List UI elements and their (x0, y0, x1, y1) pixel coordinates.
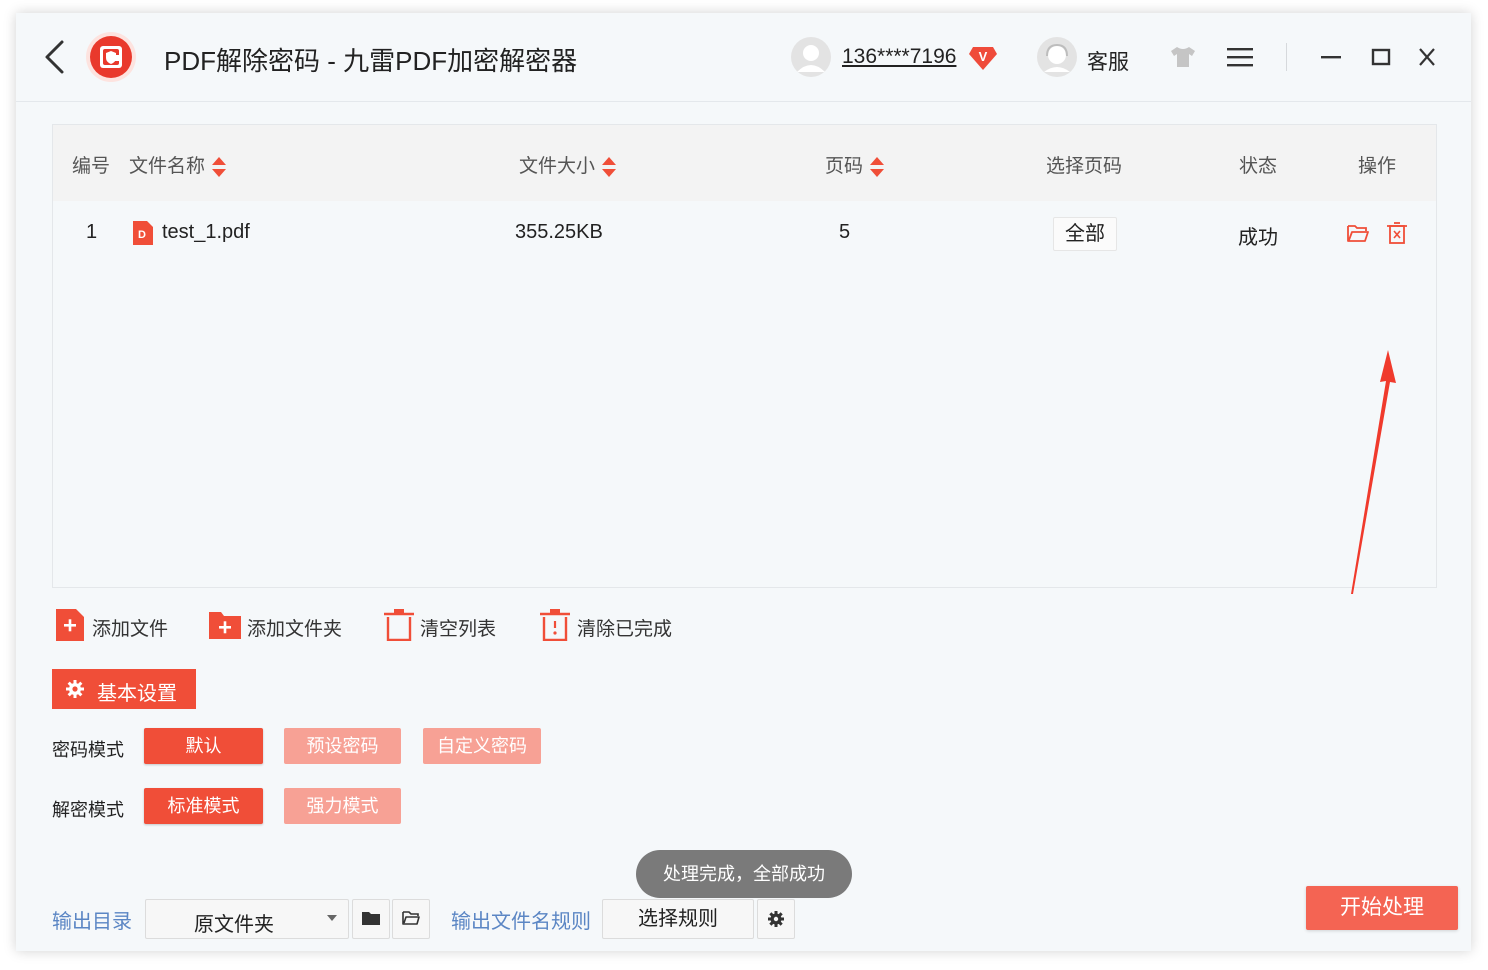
output-dir-select[interactable]: 原文件夹 (145, 899, 349, 939)
file-table: 编号 文件名称 文件大小 页码 选择页码 状态 操作 1 D test_1.pd… (52, 124, 1437, 588)
row-pages: 5 (839, 221, 850, 244)
add-file-icon (56, 609, 84, 641)
add-folder-button[interactable]: 添加文件夹 (209, 609, 349, 643)
annotation-arrow-icon (1343, 350, 1403, 600)
sort-icon[interactable] (601, 155, 617, 179)
col-filesize[interactable]: 文件大小 (519, 151, 617, 179)
clear-done-label: 清除已完成 (577, 614, 672, 641)
trash-icon (384, 609, 414, 641)
col-filesize-label: 文件大小 (519, 156, 595, 177)
row-index: 1 (86, 221, 97, 244)
row-filename: test_1.pdf (162, 221, 250, 244)
app-title: PDF解除密码 - 九雷PDF加密解密器 (164, 41, 577, 78)
title-bar: PDF解除密码 - 九雷PDF加密解密器 136****7196 V 客服 (16, 13, 1471, 102)
customer-service-icon[interactable] (1036, 36, 1078, 78)
menu-icon[interactable] (1227, 47, 1253, 67)
add-folder-icon (209, 609, 241, 639)
password-mode-default-button[interactable]: 默认 (144, 728, 263, 764)
pdf-icon-letter: D (138, 229, 146, 241)
decrypt-mode-label: 解密模式 (52, 796, 124, 822)
decrypt-mode-strong-button[interactable]: 强力模式 (284, 788, 401, 824)
vip-badge-letter: V (979, 49, 988, 64)
col-pages[interactable]: 页码 (825, 151, 885, 179)
row-status: 成功 (1238, 221, 1278, 250)
sort-icon[interactable] (869, 155, 885, 179)
password-mode-label: 密码模式 (52, 736, 124, 762)
add-file-button[interactable]: 添加文件 (56, 609, 176, 643)
col-actions: 操作 (1358, 151, 1396, 178)
col-page-select: 选择页码 (1046, 151, 1122, 178)
output-dir-label: 输出目录 (52, 905, 132, 934)
col-pages-label: 页码 (825, 156, 863, 177)
skin-shirt-icon[interactable] (1169, 46, 1197, 68)
app-window: PDF解除密码 - 九雷PDF加密解密器 136****7196 V 客服 (16, 13, 1471, 951)
sort-icon[interactable] (211, 155, 227, 179)
back-arrow-icon[interactable] (42, 39, 68, 75)
folder-icon (362, 910, 380, 926)
username-link[interactable]: 136****7196 (842, 45, 956, 69)
rule-settings-button[interactable] (757, 899, 795, 939)
customer-service-label[interactable]: 客服 (1087, 46, 1129, 76)
password-mode-custom-button[interactable]: 自定义密码 (423, 728, 541, 764)
open-output-folder-button[interactable] (392, 899, 430, 939)
clear-list-button[interactable]: 清空列表 (384, 609, 514, 643)
open-folder-icon[interactable] (1347, 223, 1369, 243)
basic-settings-button[interactable]: 基本设置 (52, 669, 196, 709)
delete-file-icon[interactable] (1387, 222, 1407, 244)
clear-done-button[interactable]: 清除已完成 (540, 609, 680, 643)
table-header: 编号 文件名称 文件大小 页码 选择页码 状态 操作 (53, 125, 1436, 201)
status-toast: 处理完成，全部成功 (636, 850, 852, 898)
add-folder-label: 添加文件夹 (247, 614, 342, 641)
start-process-button[interactable]: 开始处理 (1306, 886, 1458, 930)
gear-icon (767, 910, 785, 928)
add-file-label: 添加文件 (92, 614, 168, 641)
col-index: 编号 (72, 151, 110, 178)
vip-badge-icon[interactable]: V (967, 41, 999, 73)
col-status: 状态 (1239, 151, 1277, 178)
title-divider (1286, 43, 1287, 71)
user-avatar[interactable] (790, 36, 832, 78)
minimize-icon[interactable] (1319, 46, 1343, 68)
browse-folder-button[interactable] (352, 899, 390, 939)
page-select-button[interactable]: 全部 (1053, 217, 1117, 251)
col-filename-label: 文件名称 (129, 156, 205, 177)
output-dir-value: 原文件夹 (194, 908, 274, 937)
chevron-down-icon (327, 915, 337, 921)
open-folder-icon (402, 910, 420, 926)
decrypt-mode-standard-button[interactable]: 标准模式 (144, 788, 263, 824)
col-filename[interactable]: 文件名称 (129, 151, 227, 179)
password-mode-preset-button[interactable]: 预设密码 (284, 728, 401, 764)
row-filesize: 355.25KB (515, 221, 603, 244)
clear-list-label: 清空列表 (420, 614, 496, 641)
select-rule-button[interactable]: 选择规则 (602, 899, 754, 939)
close-icon[interactable] (1415, 46, 1439, 68)
app-logo-icon (85, 31, 137, 83)
trash-check-icon (540, 609, 570, 641)
pdf-file-icon: D (131, 221, 153, 245)
maximize-icon[interactable] (1369, 46, 1393, 68)
output-name-rule-label: 输出文件名规则 (451, 905, 591, 934)
table-row[interactable]: 1 D test_1.pdf 355.25KB 5 全部 成功 (53, 201, 1436, 261)
basic-settings-label: 基本设置 (97, 677, 177, 706)
gear-icon (66, 680, 84, 698)
